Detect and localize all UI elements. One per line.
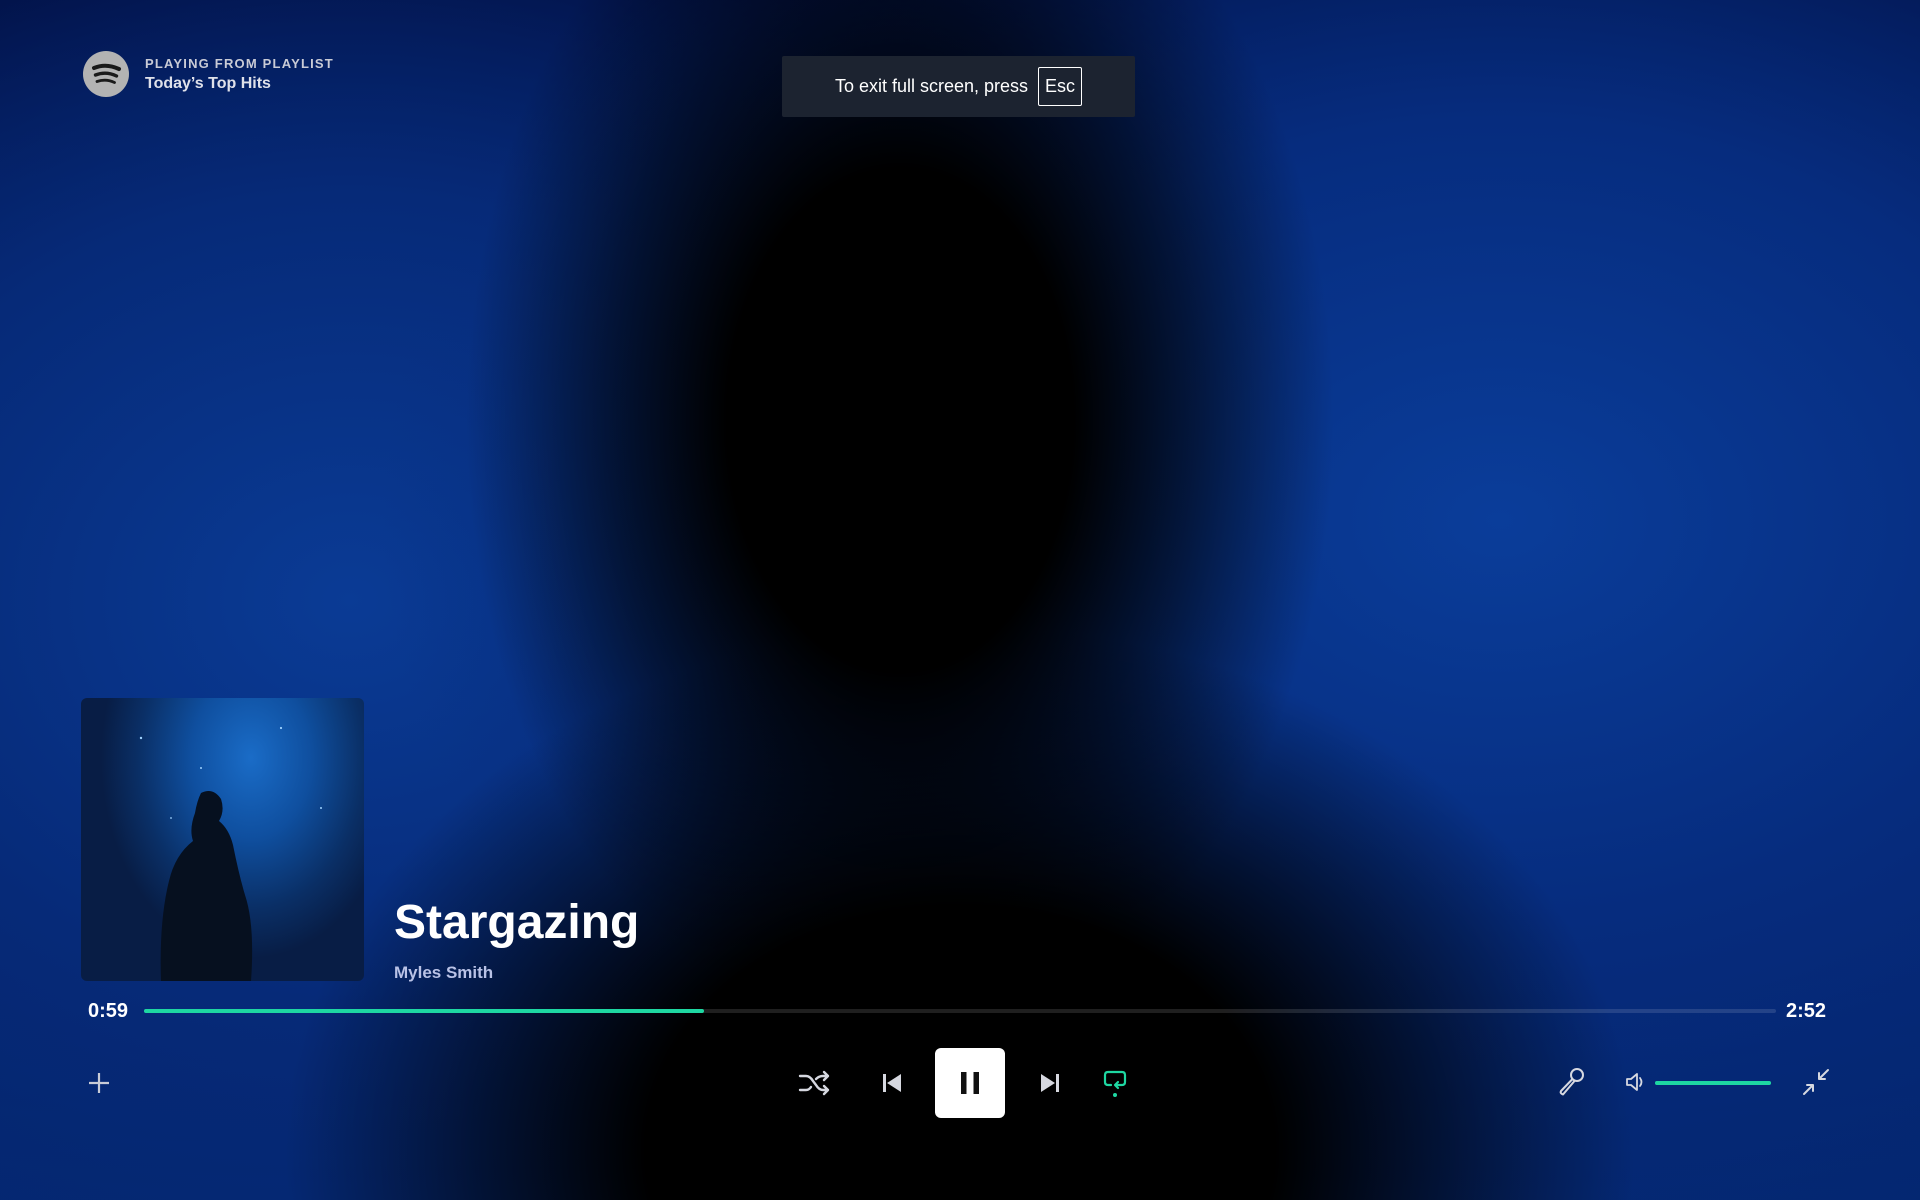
- volume-slider[interactable]: [1655, 1081, 1771, 1085]
- repeat-active-indicator: [1113, 1093, 1117, 1097]
- skip-next-icon: [1041, 1074, 1059, 1092]
- playlist-name[interactable]: Today’s Top Hits: [145, 75, 334, 93]
- pause-button[interactable]: [935, 1048, 1005, 1118]
- progress-bar[interactable]: [144, 1009, 1776, 1013]
- fullscreen-notice: To exit full screen, press Esc: [782, 56, 1135, 117]
- repeat-icon: [1103, 1070, 1127, 1090]
- repeat-button[interactable]: [1095, 1060, 1135, 1104]
- volume-slider-fill: [1655, 1081, 1771, 1085]
- esc-key-badge: Esc: [1038, 67, 1083, 106]
- album-cover: [81, 698, 364, 981]
- shuffle-icon: [798, 1070, 830, 1096]
- speaker-icon: [1626, 1073, 1643, 1091]
- progress-fill: [144, 1009, 704, 1013]
- track-artist[interactable]: Myles Smith: [394, 963, 493, 983]
- elapsed-time: 0:59: [88, 1000, 129, 1022]
- minimize-icon: [1803, 1069, 1829, 1095]
- context-label: PLAYING FROM PLAYLIST: [145, 55, 334, 71]
- microphone-icon: [1559, 1068, 1584, 1096]
- add-to-library-button[interactable]: [80, 1064, 118, 1102]
- plus-icon: [89, 1073, 109, 1093]
- volume-button[interactable]: [1618, 1064, 1654, 1100]
- pause-icon: [961, 1072, 979, 1094]
- lyrics-button[interactable]: [1551, 1062, 1591, 1102]
- shuffle-button[interactable]: [794, 1063, 834, 1103]
- exit-fullscreen-button[interactable]: [1796, 1062, 1836, 1102]
- skip-previous-icon: [883, 1074, 901, 1092]
- fullscreen-notice-text: To exit full screen, press: [834, 76, 1029, 96]
- spotify-logo-icon: [83, 51, 129, 97]
- track-title[interactable]: Stargazing: [394, 895, 639, 950]
- playing-from-context[interactable]: PLAYING FROM PLAYLIST Today’s Top Hits: [83, 51, 334, 97]
- previous-track-button[interactable]: [872, 1063, 912, 1103]
- total-time: 2:52: [1786, 1000, 1827, 1022]
- next-track-button[interactable]: [1030, 1063, 1070, 1103]
